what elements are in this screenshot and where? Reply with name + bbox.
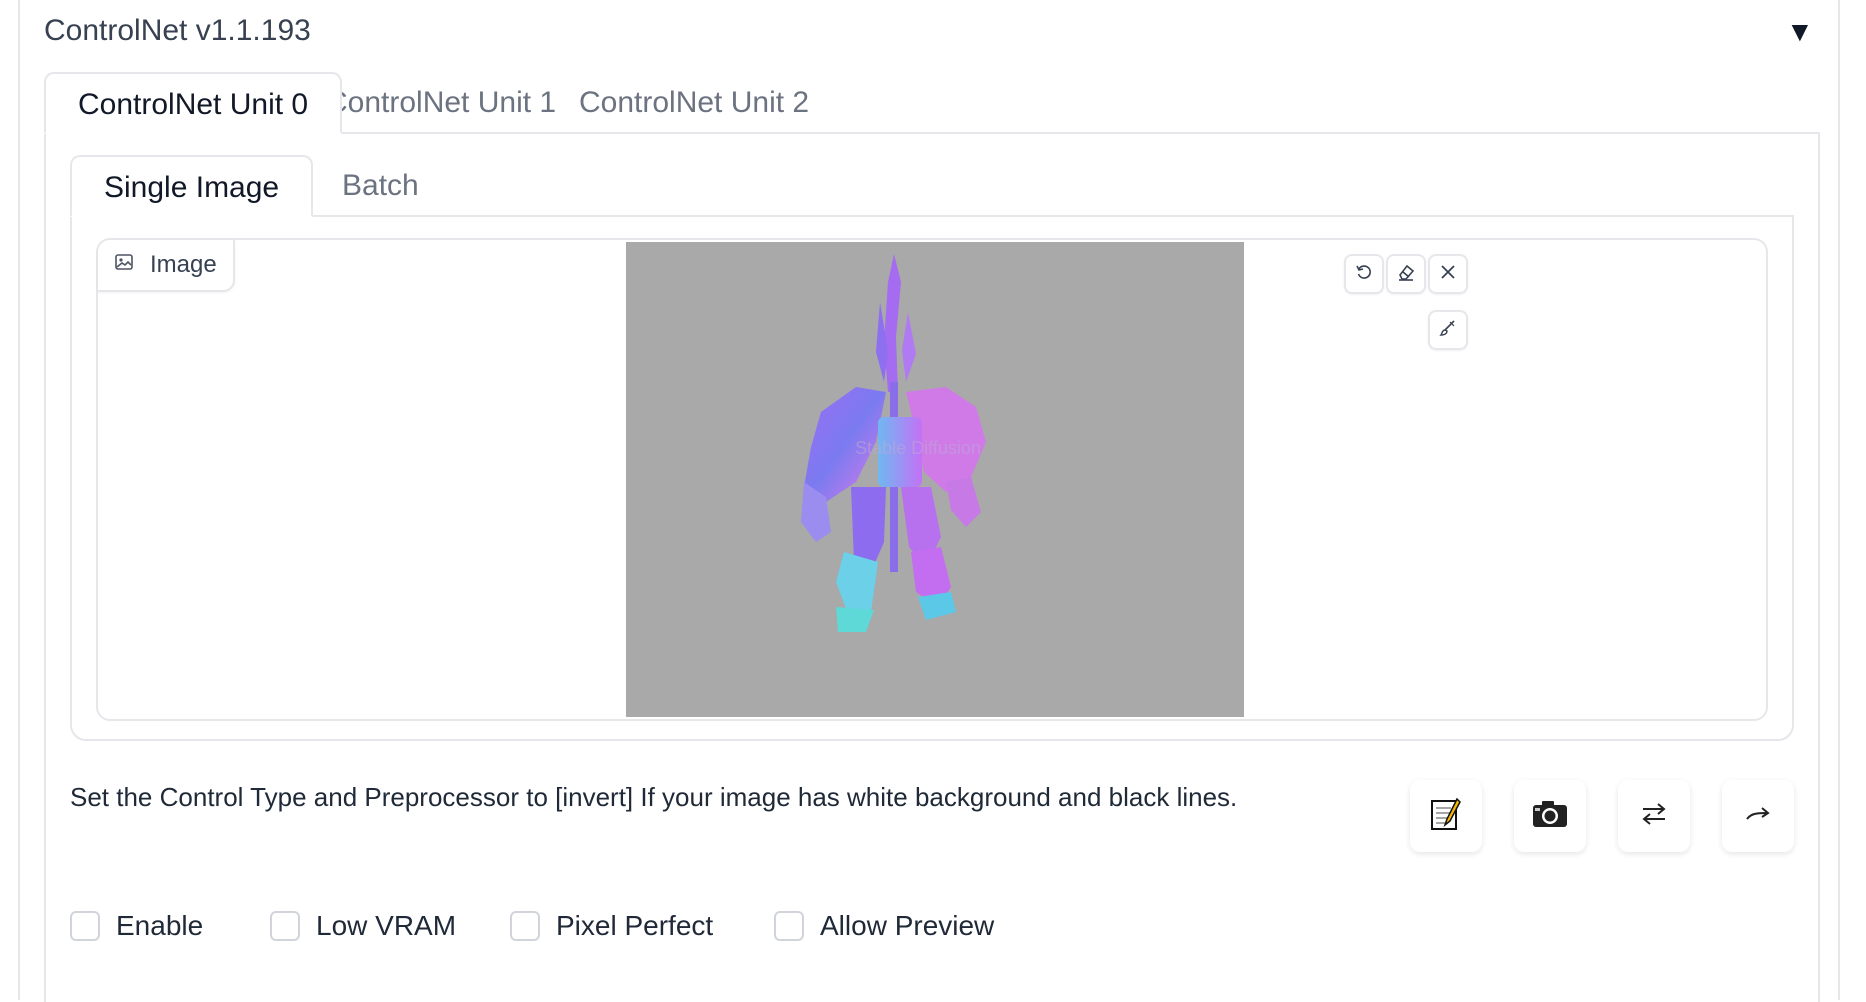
eraser-icon (1396, 262, 1416, 287)
allow-preview-checkbox[interactable]: Allow Preview (774, 910, 994, 942)
panel-title[interactable]: ControlNet v1.1.193 (44, 14, 311, 48)
uploaded-image-canvas[interactable]: Stable Diffusion (626, 242, 1244, 717)
watermark-text: Stable Diffusion (855, 438, 981, 458)
tab-controlnet-unit-2[interactable]: ControlNet Unit 2 (547, 72, 841, 134)
allow-preview-checkbox-box[interactable] (774, 911, 804, 941)
triangle-down-icon[interactable]: ▼ (1786, 18, 1814, 46)
low-vram-checkbox[interactable]: Low VRAM (270, 910, 456, 942)
notepad-icon (1427, 795, 1465, 838)
undo-icon (1354, 262, 1374, 287)
low-vram-checkbox-box[interactable] (270, 911, 300, 941)
brush-button[interactable] (1428, 310, 1468, 350)
tab-controlnet-unit-0[interactable]: ControlNet Unit 0 (44, 72, 343, 134)
send-dimensions-icon (1743, 801, 1773, 832)
enable-webcam-button[interactable] (1514, 780, 1586, 852)
open-new-canvas-button[interactable] (1410, 780, 1482, 852)
undo-button[interactable] (1344, 254, 1384, 294)
remove-image-button[interactable] (1428, 254, 1468, 294)
send-dimensions-button[interactable] (1722, 780, 1794, 852)
enable-checkbox[interactable]: Enable (70, 910, 203, 942)
image-label-text: Image (150, 251, 217, 278)
close-icon (1439, 263, 1457, 286)
pixel-perfect-checkbox[interactable]: Pixel Perfect (510, 910, 713, 942)
image-icon (114, 251, 134, 279)
tab-single-image[interactable]: Single Image (70, 155, 314, 217)
clear-button[interactable] (1386, 254, 1426, 294)
image-input[interactable]: Image Stable Diffusion (96, 238, 1768, 721)
pixel-perfect-checkbox-label: Pixel Perfect (556, 910, 714, 941)
enable-checkbox-label: Enable (116, 910, 204, 941)
low-vram-checkbox-label: Low VRAM (316, 910, 457, 941)
image-label: Image (98, 240, 235, 292)
camera-icon (1530, 797, 1570, 836)
pixel-perfect-checkbox-box[interactable] (510, 911, 540, 941)
invert-hint-text: Set the Control Type and Preprocessor to… (70, 782, 1238, 812)
allow-preview-checkbox-label: Allow Preview (820, 910, 995, 941)
robot-normal-map-image: Stable Diffusion (801, 254, 986, 632)
swap-icon (1639, 801, 1669, 832)
brush-icon (1438, 318, 1458, 343)
enable-checkbox-box[interactable] (70, 911, 100, 941)
mirror-webcam-button[interactable] (1618, 780, 1690, 852)
tab-batch[interactable]: Batch (310, 155, 451, 217)
